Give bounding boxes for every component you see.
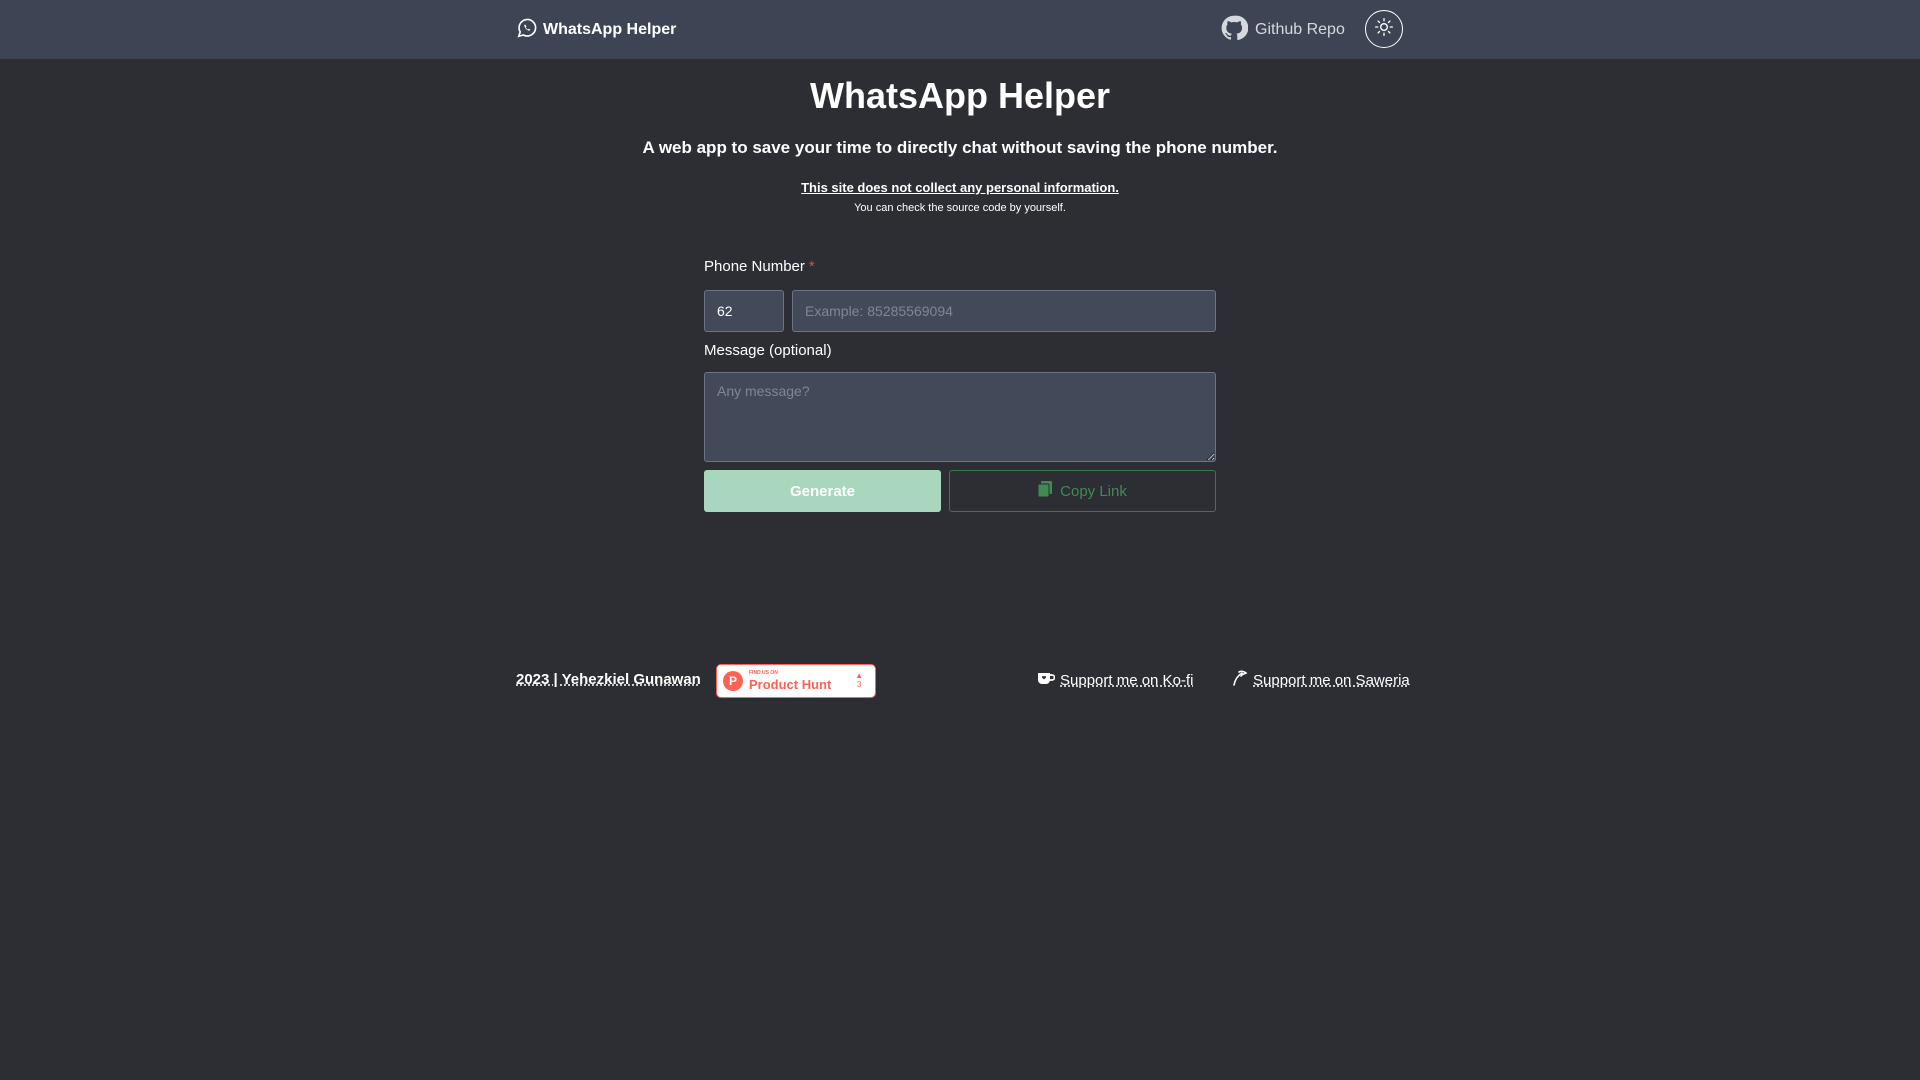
kofi-cup-icon [1037, 670, 1056, 690]
github-icon [1220, 14, 1249, 47]
page-subtitle: A web app to save your time to directly … [642, 138, 1278, 157]
phone-number-input[interactable] [792, 290, 1216, 332]
product-hunt-logo-icon: P [723, 671, 743, 691]
saweria-icon [1230, 670, 1248, 690]
copy-link-button[interactable]: Copy Link [949, 470, 1216, 512]
copyright-link[interactable]: 2023 | Yehezkiel Gunawan [516, 671, 701, 688]
required-mark: * [808, 258, 815, 275]
product-hunt-votes: ▲ 3 [855, 671, 863, 690]
kofi-support-label: Support me on Ko-fi [1060, 671, 1194, 689]
generate-button[interactable]: Generate [704, 470, 941, 512]
whatsapp-icon [516, 17, 538, 44]
phone-number-label: Phone Number * [704, 258, 1216, 275]
brand-link[interactable]: WhatsApp Helper [516, 17, 676, 43]
chat-form: Phone Number* Message (optional) Generat… [704, 258, 1216, 512]
privacy-note: You can check the source code by yoursel… [854, 202, 1066, 214]
clipboard-icon [1037, 481, 1053, 501]
message-label: Message (optional) [704, 342, 832, 359]
vote-count: 3 [856, 680, 862, 689]
kofi-support-link[interactable]: Support me on Ko-fi [1037, 670, 1193, 690]
theme-toggle-button[interactable] [1365, 10, 1403, 48]
phone-row [704, 290, 1216, 332]
saweria-support-link[interactable]: Support me on Saweria [1230, 670, 1410, 690]
product-hunt-small-text: FIND US ON [749, 670, 778, 676]
saweria-support-label: Support me on Saweria [1253, 671, 1410, 689]
sun-icon [1374, 17, 1394, 42]
github-repo-link[interactable]: Github Repo [1220, 14, 1345, 47]
message-textarea[interactable] [704, 372, 1216, 462]
product-hunt-label: Product Hunt [749, 677, 832, 692]
copy-link-label: Copy Link [1060, 482, 1127, 500]
country-code-input[interactable] [704, 290, 784, 332]
brand-label: WhatsApp Helper [543, 21, 677, 38]
phone-number-label-text: Phone Number [704, 258, 805, 275]
page-title: WhatsApp Helper [809, 75, 1111, 116]
privacy-statement: This site does not collect any personal … [801, 180, 1119, 195]
github-repo-label: Github Repo [1255, 21, 1345, 38]
product-hunt-badge[interactable]: P FIND US ON Product Hunt ▲ 3 [716, 664, 876, 698]
product-hunt-text: FIND US ON Product Hunt [749, 670, 832, 692]
navbar: WhatsApp Helper Github Repo [0, 0, 1920, 59]
